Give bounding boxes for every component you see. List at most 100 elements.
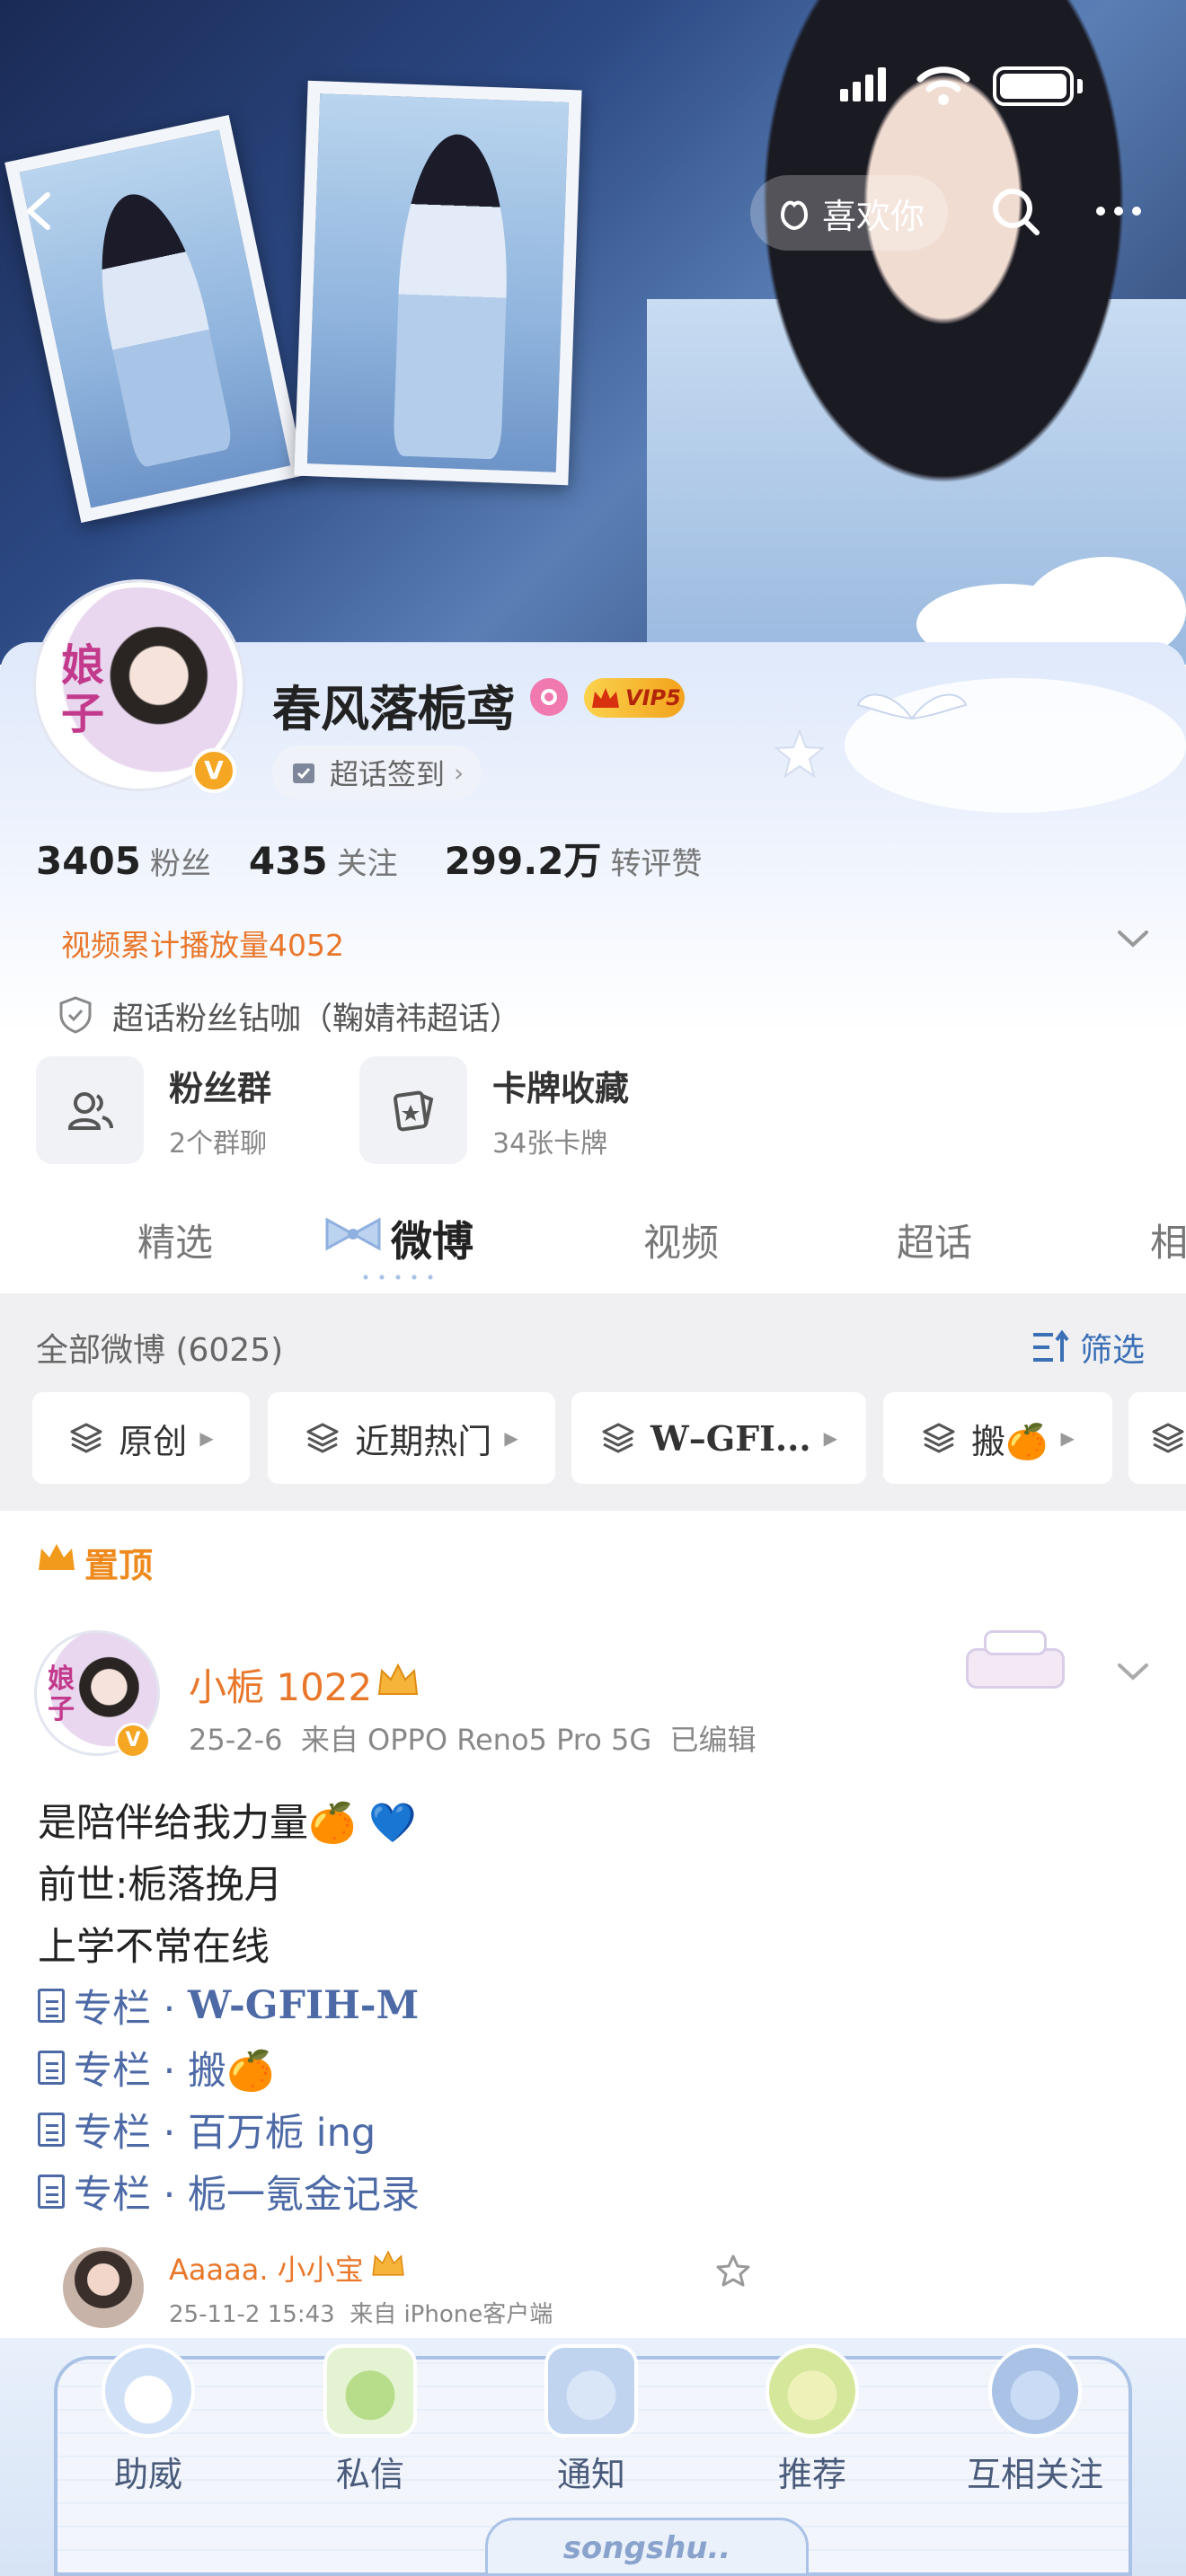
avatar-calligraphy: 娘子 — [61, 640, 105, 739]
stat-fans[interactable]: 3405 粉丝 — [36, 839, 211, 883]
post-text-line: 是陪伴给我力量🍊 💙 — [38, 1801, 417, 1846]
chip-original[interactable]: 原创 ▶ — [32, 1392, 250, 1484]
filter-label: 筛选 — [1080, 1332, 1146, 1369]
stat-label: 关注 — [336, 846, 398, 882]
layers-icon — [602, 1423, 634, 1453]
stat-value: 435 — [248, 839, 328, 883]
chip-label: 搬🍊 — [971, 1421, 1049, 1461]
card-title: 粉丝群 — [169, 1068, 272, 1108]
banner-photo-middle — [294, 80, 582, 486]
tab-video[interactable]: 视频 — [643, 1213, 719, 1267]
column-title: 搬🍊 — [188, 2049, 275, 2094]
column-link[interactable]: 专栏 · W-GFIH-M — [38, 1978, 419, 2033]
stat-following[interactable]: 435 关注 — [249, 839, 398, 883]
tab-active-indicator — [358, 1271, 438, 1284]
nav-label: 私信 — [335, 2455, 404, 2494]
nav-mutual-follow[interactable]: 互相关注 — [954, 2344, 1116, 2496]
layers-icon — [1152, 1423, 1184, 1453]
chevron-right-icon: › — [454, 757, 465, 788]
post-text-line: 前世:栀落挽月 — [38, 1863, 283, 1908]
document-icon — [38, 1989, 65, 2023]
verified-badge-icon: V — [115, 1723, 151, 1759]
card-collection-card[interactable]: 卡牌收藏 34张卡牌 — [359, 1056, 629, 1164]
column-prefix: 专栏 · — [74, 1987, 189, 2032]
cellular-signal-icon — [840, 67, 890, 105]
document-icon — [38, 2113, 65, 2147]
chip-move[interactable]: 搬🍊 ▶ — [883, 1392, 1112, 1484]
post-text-line: 上学不常在线 — [38, 1925, 270, 1970]
apple-message-icon — [323, 2344, 417, 2438]
checkin-calendar-icon — [293, 763, 314, 783]
recommend-icon — [766, 2344, 859, 2438]
chip-recent-hot[interactable]: 近期热门 ▶ — [268, 1392, 555, 1484]
notification-icon — [544, 2344, 638, 2438]
caret-right-icon: ▶ — [504, 1427, 518, 1449]
profile-name: 春风落栀鸢 — [272, 681, 515, 737]
supertopic-checkin-button[interactable]: 超话签到 › — [272, 745, 482, 799]
column-link[interactable]: 专栏 · 栀一氪金记录 — [38, 2164, 420, 2219]
nav-cheer[interactable]: 助威 — [67, 2344, 229, 2496]
column-title: 百万栀 ing — [188, 2111, 376, 2156]
column-title: W-GFIH-M — [188, 1983, 420, 2028]
column-link[interactable]: 专栏 · 百万栀 ing — [38, 2102, 376, 2157]
more-icon[interactable] — [1092, 198, 1146, 225]
search-icon[interactable] — [988, 184, 1044, 240]
document-icon — [38, 2051, 65, 2085]
member-badge-icon[interactable] — [530, 678, 568, 716]
fan-group-card[interactable]: 粉丝群 2个群聊 — [36, 1056, 271, 1164]
chevron-down-icon[interactable] — [1114, 1658, 1152, 1685]
star-decoration-icon — [774, 728, 826, 779]
nav-recommend[interactable]: 推荐 — [731, 2344, 893, 2496]
wifi-icon — [916, 66, 970, 105]
chip-label: 原创 — [119, 1421, 188, 1461]
stat-label: 粉丝 — [149, 846, 211, 882]
next-post-avatar[interactable] — [63, 2247, 144, 2328]
stat-label: 转评赞 — [610, 846, 703, 882]
star-outline-icon[interactable] — [715, 2253, 751, 2289]
butterfly-icon — [856, 693, 968, 720]
filter-icon — [1033, 1329, 1069, 1362]
nav-label: 助威 — [113, 2455, 182, 2494]
column-link[interactable]: 专栏 · 搬🍊 — [38, 2040, 275, 2095]
tab-supertopic[interactable]: 超话 — [897, 1213, 972, 1267]
nav-label: 推荐 — [777, 2455, 846, 2494]
back-icon[interactable] — [13, 184, 67, 238]
like-you-button[interactable]: 喜欢你 — [750, 175, 948, 251]
stat-value: 299.2万 — [444, 839, 602, 883]
nav-notifications[interactable]: 通知 — [510, 2344, 672, 2496]
shield-icon — [59, 996, 92, 1034]
nav-label: 互相关注 — [966, 2455, 1103, 2494]
chevron-down-icon[interactable] — [1114, 925, 1152, 952]
caret-right-icon: ▶ — [199, 1427, 214, 1449]
vip-badge[interactable]: VIP5 — [584, 678, 685, 718]
cake-decoration — [948, 1621, 1083, 1693]
crown-icon — [592, 688, 619, 708]
tab-featured[interactable]: 精选 — [137, 1213, 213, 1267]
fan-title[interactable]: 超话粉丝钻咖（鞠婧祎超话） — [112, 993, 521, 1039]
column-prefix: 专栏 · — [74, 2111, 189, 2156]
next-post-author[interactable]: Aaaaa. 小小宝 — [169, 2247, 364, 2289]
checkin-label: 超话签到 — [330, 757, 446, 791]
chip-more[interactable] — [1128, 1392, 1186, 1484]
video-play-count[interactable]: 视频累计播放量4052 — [61, 922, 344, 965]
card-subtitle: 2个群聊 — [169, 1127, 268, 1160]
star-follow-icon — [988, 2344, 1082, 2438]
post-author-name[interactable]: 小栀 1022 — [189, 1657, 372, 1712]
tab-more[interactable]: 相 — [1150, 1213, 1186, 1267]
stat-interactions[interactable]: 299.2万 转评赞 — [445, 831, 703, 886]
caret-right-icon: ▶ — [1060, 1427, 1075, 1449]
banner-photo-left — [4, 114, 305, 524]
post-meta: 25-2-6 来自 OPPO Reno5 Pro 5G 已编辑 — [189, 1723, 757, 1757]
filter-button[interactable]: 筛选 — [1031, 1324, 1145, 1371]
tab-weibo[interactable]: 微博 — [391, 1209, 474, 1268]
card-title: 卡牌收藏 — [492, 1068, 630, 1108]
all-posts-count: 全部微博 (6025) — [36, 1332, 284, 1369]
banner-watermark — [296, 0, 800, 54]
stat-value: 3405 — [36, 839, 141, 883]
chip-wgfih[interactable]: W–GFI... ▶ — [571, 1392, 866, 1484]
caret-right-icon: ▶ — [823, 1427, 837, 1449]
nav-messages[interactable]: 私信 — [289, 2344, 451, 2496]
card-collection-icon — [359, 1056, 467, 1164]
like-you-label: 喜欢你 — [821, 196, 925, 236]
cheer-icon — [102, 2344, 195, 2438]
